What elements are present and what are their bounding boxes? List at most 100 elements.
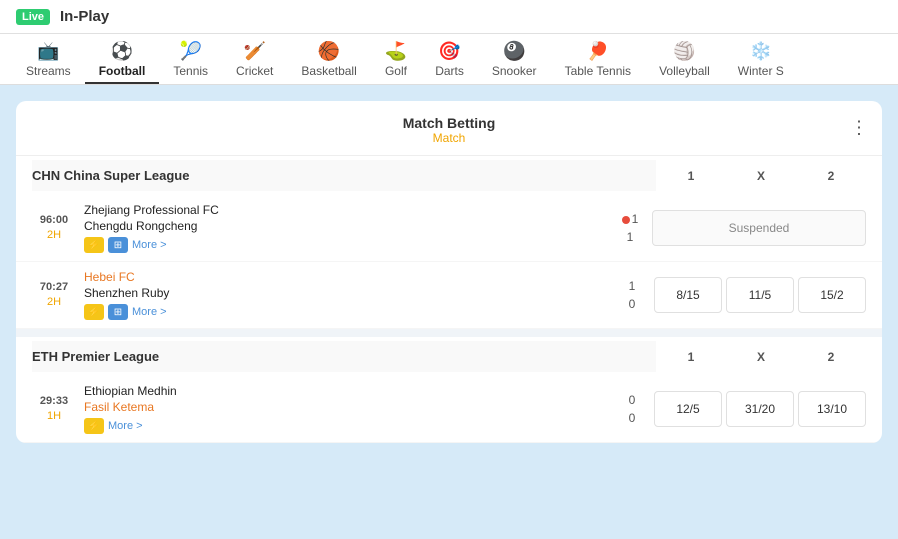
team2-ethiopian: Fasil Ketema (84, 400, 610, 414)
period-value-ethiopian: 1H (32, 409, 76, 424)
nav-label-snooker: Snooker (492, 64, 537, 78)
match-row-hebei: 70:27 2H Hebei FC Shenzhen Ruby ⚡ ⊞ More… (16, 262, 882, 329)
more-link-hebei[interactable]: More > (132, 306, 167, 318)
table-tennis-icon: 🏓 (587, 42, 609, 60)
snooker-icon: 🎱 (503, 42, 525, 60)
odds-hebei: 8/15 11/5 15/2 (654, 277, 866, 313)
period-value: 2H (32, 228, 76, 243)
nav-label-table-tennis: Table Tennis (565, 64, 632, 78)
eth-col-1: 1 (656, 350, 726, 364)
more-link-ethiopian[interactable]: More > (108, 420, 143, 432)
lightning-icon: ⚡ (84, 237, 104, 253)
football-icon: ⚽ (111, 42, 133, 60)
volleyball-icon: 🏐 (673, 42, 695, 60)
live-dot (622, 216, 630, 224)
score1-zhejiang: 1 (616, 210, 644, 228)
odds-x-hebei[interactable]: 11/5 (726, 277, 794, 313)
nav-label-basketball: Basketball (301, 64, 356, 78)
team2-zhejiang: Chengdu Rongcheng (84, 219, 608, 233)
match-icons-zhejiang: ⚡ ⊞ More > (84, 237, 608, 253)
nav-item-table-tennis[interactable]: 🏓 Table Tennis (551, 34, 646, 84)
score2-ethiopian: 0 (618, 409, 646, 427)
team1-ethiopian: Ethiopian Medhin (84, 384, 610, 398)
score1-hebei: 1 (618, 277, 646, 295)
section-divider (16, 329, 882, 337)
nav-item-volleyball[interactable]: 🏐 Volleyball (645, 34, 724, 84)
nav-item-winter[interactable]: ❄️ Winter S (724, 34, 798, 84)
match-icons-hebei: ⚡ ⊞ More > (84, 304, 610, 320)
darts-icon: 🎯 (438, 42, 460, 60)
team1-zhejiang: Zhejiang Professional FC (84, 203, 608, 217)
betting-card: Match Betting Match ⋮ CHN China Super Le… (16, 101, 882, 443)
card-menu-button[interactable]: ⋮ (850, 118, 868, 139)
nav-item-darts[interactable]: 🎯 Darts (421, 34, 478, 84)
nav-label-volleyball: Volleyball (659, 64, 710, 78)
winter-icon: ❄️ (750, 42, 772, 60)
card-header: Match Betting Match ⋮ (16, 101, 882, 156)
league-chn: CHN China Super League 1 X 2 96:00 2H Zh… (16, 156, 882, 329)
odds-1-ethiopian[interactable]: 12/5 (654, 391, 722, 427)
match-row-zhejiang: 96:00 2H Zhejiang Professional FC Chengd… (16, 195, 882, 262)
nav-item-football[interactable]: ⚽ Football (85, 34, 160, 84)
nav-label-streams: Streams (26, 64, 71, 78)
odds-2-ethiopian[interactable]: 13/10 (798, 391, 866, 427)
grid-icon-hebei: ⊞ (108, 304, 128, 320)
live-badge: Live (16, 9, 50, 25)
nav-item-snooker[interactable]: 🎱 Snooker (478, 34, 551, 84)
period-value-hebei: 2H (32, 295, 76, 310)
grid-icon: ⊞ (108, 237, 128, 253)
cricket-icon: 🏏 (244, 42, 266, 60)
team1-hebei: Hebei FC (84, 270, 610, 284)
nav-item-cricket[interactable]: 🏏 Cricket (222, 34, 287, 84)
nav-label-tennis: Tennis (173, 64, 208, 78)
score2-hebei: 0 (618, 295, 646, 313)
time-value-hebei: 70:27 (32, 280, 76, 295)
nav-label-golf: Golf (385, 64, 407, 78)
match-row-ethiopian: 29:33 1H Ethiopian Medhin Fasil Ketema ⚡… (16, 376, 882, 443)
chn-col-2: 2 (796, 169, 866, 183)
streams-icon: 📺 (37, 42, 59, 60)
team2-hebei: Shenzhen Ruby (84, 286, 610, 300)
card-subtitle: Match (32, 131, 866, 145)
odds-1-hebei[interactable]: 8/15 (654, 277, 722, 313)
match-teams-zhejiang: Zhejiang Professional FC Chengdu Rongche… (84, 203, 608, 253)
score2-zhejiang: 1 (616, 228, 644, 246)
lightning-icon-hebei: ⚡ (84, 304, 104, 320)
chn-col-x: X (726, 169, 796, 183)
chn-league-name: CHN China Super League (32, 160, 656, 191)
eth-col-2: 2 (796, 350, 866, 364)
odds-2-hebei[interactable]: 15/2 (798, 277, 866, 313)
chn-cols-header: CHN China Super League 1 X 2 (16, 156, 882, 195)
more-link-zhejiang[interactable]: More > (132, 239, 167, 251)
golf-icon: ⛳ (385, 42, 407, 60)
match-teams-ethiopian: Ethiopian Medhin Fasil Ketema ⚡ More > (84, 384, 610, 434)
nav-bar: 📺 Streams ⚽ Football 🎾 Tennis 🏏 Cricket … (0, 34, 898, 85)
nav-item-tennis[interactable]: 🎾 Tennis (159, 34, 222, 84)
nav-item-golf[interactable]: ⛳ Golf (371, 34, 421, 84)
match-time-ethiopian: 29:33 1H (32, 394, 76, 425)
nav-label-darts: Darts (435, 64, 464, 78)
main-content: Match Betting Match ⋮ CHN China Super Le… (0, 85, 898, 459)
chn-col-1: 1 (656, 169, 726, 183)
score-ethiopian: 0 0 (618, 391, 646, 427)
suspended-badge: Suspended (652, 210, 866, 246)
nav-label-winter: Winter S (738, 64, 784, 78)
card-title: Match Betting (32, 115, 866, 131)
tennis-icon: 🎾 (179, 42, 201, 60)
match-icons-ethiopian: ⚡ More > (84, 418, 610, 434)
odds-x-ethiopian[interactable]: 31/20 (726, 391, 794, 427)
score1-ethiopian: 0 (618, 391, 646, 409)
score-hebei: 1 0 (618, 277, 646, 313)
odds-ethiopian: 12/5 31/20 13/10 (654, 391, 866, 427)
lightning-icon-ethiopian: ⚡ (84, 418, 104, 434)
basketball-icon: 🏀 (318, 42, 340, 60)
nav-item-streams[interactable]: 📺 Streams (12, 34, 85, 84)
nav-item-basketball[interactable]: 🏀 Basketball (287, 34, 370, 84)
nav-label-football: Football (99, 64, 146, 78)
match-time-zhejiang: 96:00 2H (32, 213, 76, 244)
match-time-hebei: 70:27 2H (32, 280, 76, 311)
eth-col-x: X (726, 350, 796, 364)
time-value: 96:00 (32, 213, 76, 228)
league-eth: ETH Premier League 1 X 2 29:33 1H Ethiop… (16, 337, 882, 443)
time-value-ethiopian: 29:33 (32, 394, 76, 409)
